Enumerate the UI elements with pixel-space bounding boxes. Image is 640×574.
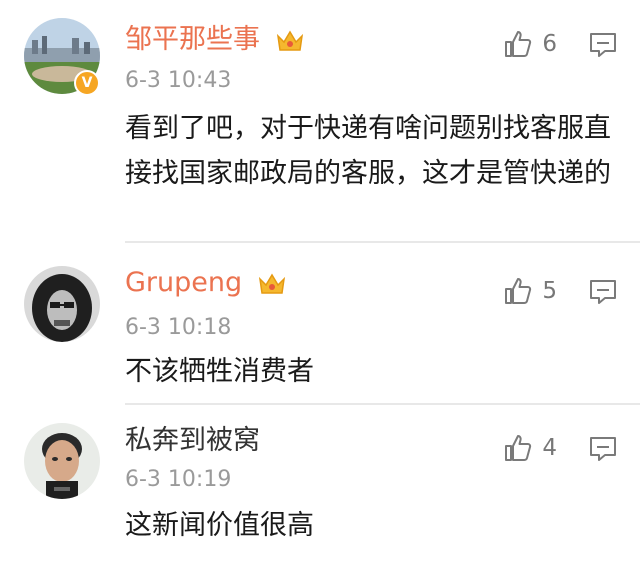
comment-text: 看到了吧，对于快递有啥问题别找客服直接找国家邮政局的客服，这才是管快递的 (125, 113, 611, 189)
timestamp: 6-3 10:18 (125, 315, 232, 340)
avatar[interactable] (24, 266, 100, 342)
comment-item: 私奔到被窝 6-3 10:19 这新闻价值很高 4 (0, 405, 640, 574)
username-text[interactable]: Grupeng (125, 267, 242, 298)
like-count: 4 (542, 435, 557, 461)
comment-text: 这新闻价值很高 (125, 510, 314, 541)
thumbs-up-icon (505, 31, 532, 57)
like-count: 6 (542, 31, 557, 57)
crown-icon (258, 273, 285, 294)
comment-icon[interactable] (588, 30, 618, 60)
like-button[interactable]: 4 (502, 432, 557, 464)
comment-item: Grupeng 6-3 10:18 不该牺牲消费者 5 (0, 243, 640, 405)
avatar[interactable] (24, 423, 100, 499)
comment-text: 不该牺牲消费者 (125, 356, 314, 387)
timestamp: 6-3 10:43 (125, 68, 232, 93)
username-text[interactable]: 邹平那些事 (125, 24, 260, 55)
username[interactable]: Grupeng (125, 267, 287, 299)
verified-v-icon: V (74, 70, 100, 96)
like-button[interactable]: 5 (502, 275, 557, 307)
comment-icon[interactable] (588, 434, 618, 464)
username[interactable]: 邹平那些事 (125, 24, 305, 56)
comment-icon[interactable] (588, 277, 618, 307)
timestamp: 6-3 10:19 (125, 467, 232, 492)
thumbs-up-icon (505, 435, 532, 461)
username[interactable]: 私奔到被窝 (125, 425, 260, 457)
comment-item: V 邹平那些事 6-3 10:43 看到了吧，对于快递有啥问题别找客服直接找国家… (0, 0, 640, 243)
thumbs-up-icon (505, 278, 532, 304)
like-button[interactable]: 6 (502, 28, 557, 60)
like-count: 5 (542, 278, 557, 304)
crown-icon (276, 30, 303, 51)
